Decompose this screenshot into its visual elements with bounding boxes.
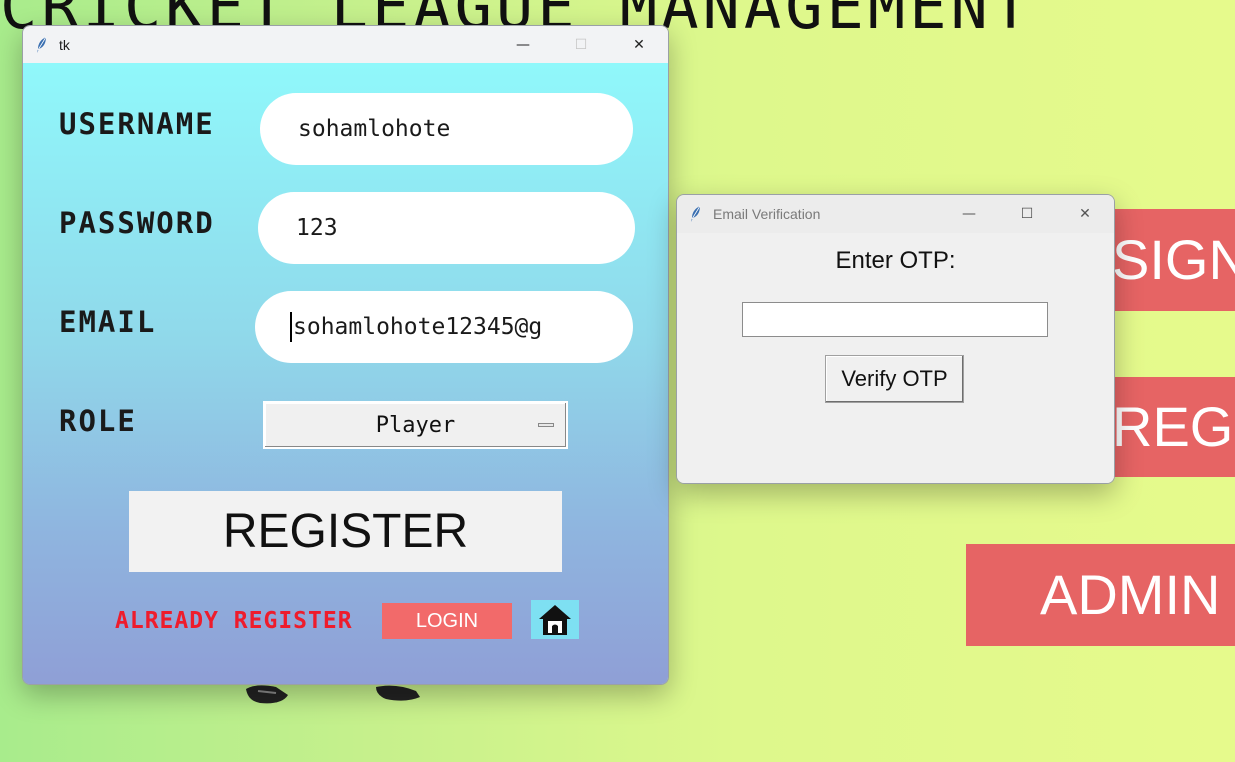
already-registered-text: ALREADY REGISTER — [115, 608, 353, 634]
registration-window: tk — ☐ ✕ USERNAME sohamlohote PASSWORD 1… — [22, 25, 669, 685]
player-shoes-image — [246, 685, 420, 704]
minimize-button[interactable]: — — [940, 195, 998, 233]
home-button[interactable] — [531, 600, 579, 639]
register-nav-button[interactable]: REGIS — [1108, 377, 1235, 477]
tk-feather-icon — [37, 36, 47, 53]
email-titlebar[interactable]: Email Verification — ☐ ✕ — [677, 195, 1114, 233]
close-button[interactable]: ✕ — [610, 26, 668, 63]
dropdown-indicator-icon — [538, 423, 554, 427]
sign-button[interactable]: SIGN — [1108, 209, 1235, 311]
password-value: 123 — [296, 215, 338, 241]
username-value: sohamlohote — [298, 116, 451, 142]
maximize-button: ☐ — [574, 36, 588, 53]
username-label: USERNAME — [59, 107, 215, 141]
tk-feather-icon — [691, 205, 701, 222]
email-verification-window: Email Verification — ☐ ✕ Enter OTP: Veri… — [676, 194, 1115, 484]
home-icon — [539, 604, 571, 635]
role-label: ROLE — [59, 404, 137, 438]
register-button[interactable]: REGISTER — [129, 491, 562, 572]
window-title: Email Verification — [713, 206, 821, 222]
login-button[interactable]: LOGIN — [382, 603, 512, 639]
email-value: sohamlohote12345@g — [293, 314, 543, 340]
role-dropdown[interactable]: Player — [263, 401, 568, 449]
email-input[interactable]: sohamlohote12345@g — [255, 291, 633, 363]
password-label: PASSWORD — [59, 206, 215, 240]
otp-label: Enter OTP: — [835, 247, 956, 274]
email-label: EMAIL — [59, 305, 157, 339]
role-value: Player — [375, 412, 456, 438]
window-title: tk — [59, 36, 70, 53]
otp-input[interactable] — [742, 302, 1048, 337]
maximize-button[interactable]: ☐ — [998, 195, 1056, 233]
admin-button[interactable]: ADMIN — [966, 544, 1235, 646]
registration-form: USERNAME sohamlohote PASSWORD 123 EMAIL … — [23, 63, 668, 684]
otp-form: Enter OTP: Verify OTP — [677, 233, 1114, 483]
text-cursor — [290, 312, 292, 342]
registration-titlebar[interactable]: tk — ☐ ✕ — [23, 26, 668, 63]
password-input[interactable]: 123 — [258, 192, 635, 264]
verify-otp-button[interactable]: Verify OTP — [825, 355, 964, 403]
username-input[interactable]: sohamlohote — [260, 93, 633, 165]
close-button[interactable]: ✕ — [1056, 195, 1114, 233]
minimize-button[interactable]: — — [494, 26, 552, 63]
